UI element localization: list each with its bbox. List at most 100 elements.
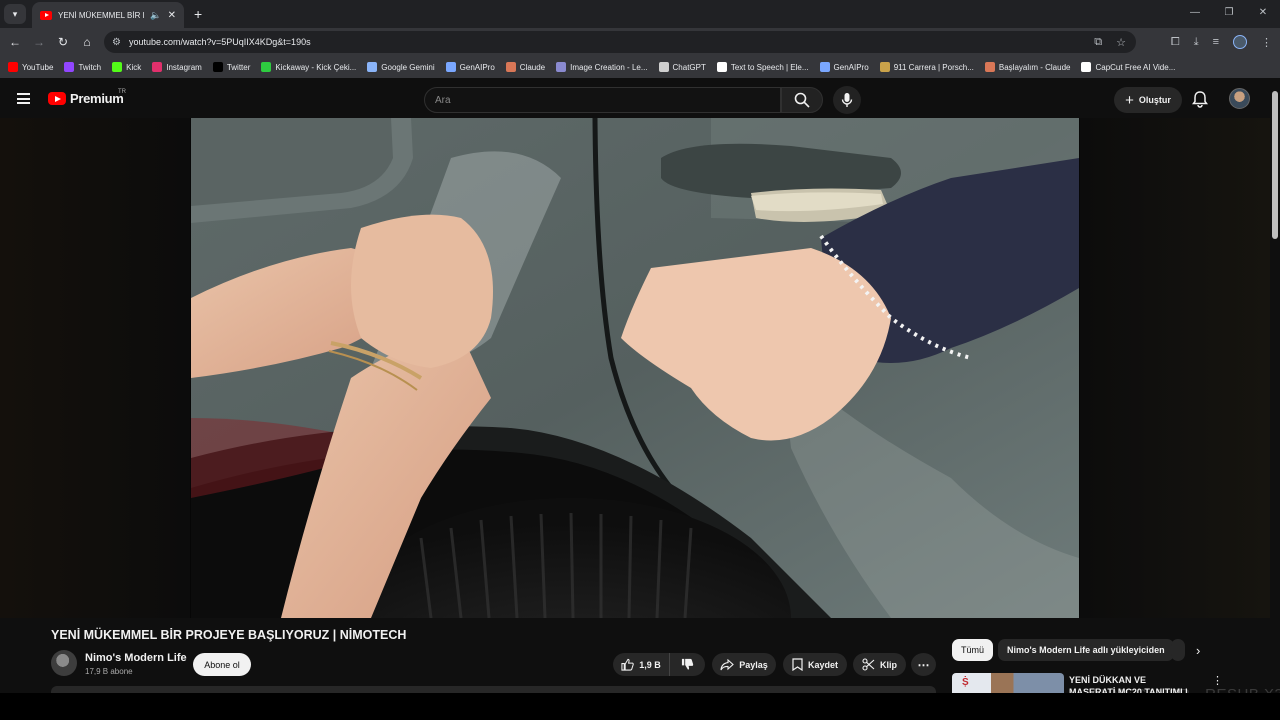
clip-button[interactable]: Klip bbox=[853, 653, 906, 676]
bookmark-label: YouTube bbox=[22, 62, 54, 72]
close-tab-icon[interactable]: ✕ bbox=[168, 10, 176, 21]
bookmark-label: Instagram bbox=[166, 62, 202, 72]
bookmark-favicon-icon bbox=[658, 62, 669, 72]
bookmark-favicon-icon bbox=[984, 62, 995, 72]
browser-tab-active[interactable]: YENİ MÜKEMMEL BİR PROJ... 🔈 ✕ bbox=[32, 2, 184, 28]
bookmark-favicon-icon bbox=[64, 62, 75, 72]
create-label: Oluştur bbox=[1138, 95, 1171, 105]
bookmark-item[interactable]: Başlayalım - Claude bbox=[984, 62, 1070, 72]
chip-from-uploader[interactable]: Nimo's Modern Life adlı yükleyiciden bbox=[998, 639, 1174, 661]
bookmark-favicon-icon bbox=[505, 62, 516, 72]
create-button[interactable]: + Oluştur bbox=[1114, 87, 1182, 113]
like-button[interactable]: 1,9 B bbox=[613, 653, 670, 676]
forward-button[interactable]: → bbox=[27, 35, 51, 49]
window-controls: — ❐ ✕ bbox=[1178, 0, 1280, 26]
video-player[interactable] bbox=[191, 118, 1079, 618]
address-bar[interactable]: ⚙ youtube.com/watch?v=5PUqIIX4KDg&t=190s… bbox=[104, 31, 1136, 53]
scissors-icon bbox=[862, 658, 875, 671]
tab-title: YENİ MÜKEMMEL BİR PROJ... bbox=[58, 10, 144, 20]
page-scrollbar[interactable] bbox=[1270, 81, 1280, 693]
channel-avatar[interactable] bbox=[51, 650, 77, 676]
tab-search-button[interactable]: ▾ bbox=[4, 4, 26, 24]
speaker-icon[interactable]: 🔈 bbox=[150, 10, 161, 21]
bookmark-item[interactable]: Claude bbox=[505, 62, 545, 72]
bookmark-favicon-icon bbox=[112, 62, 123, 72]
maserati-logo-icon: Ṩ bbox=[962, 677, 969, 688]
like-dislike-group: 1,9 B bbox=[613, 653, 705, 676]
bookmark-label: Kick bbox=[126, 62, 142, 72]
new-tab-button[interactable]: + bbox=[194, 6, 202, 22]
bookmark-star-icon[interactable]: ☆ bbox=[1116, 36, 1126, 49]
close-window-button[interactable]: ✕ bbox=[1246, 0, 1280, 26]
bookmark-favicon-icon bbox=[445, 62, 456, 72]
menu-icon[interactable] bbox=[17, 93, 30, 104]
bookmark-item[interactable]: Instagram bbox=[152, 62, 202, 72]
bookmark-label: Image Creation - Le... bbox=[570, 62, 648, 72]
bookmark-favicon-icon bbox=[212, 62, 223, 72]
chip-partial[interactable] bbox=[1171, 639, 1185, 661]
search-input[interactable]: Ara bbox=[424, 87, 781, 113]
bookmark-favicon-icon bbox=[819, 62, 830, 72]
bookmark-item[interactable]: 911 Carrera | Porsch... bbox=[879, 62, 974, 72]
profile-avatar[interactable] bbox=[1233, 35, 1247, 49]
bookmark-item[interactable]: Twitch bbox=[64, 62, 101, 72]
bookmark-icon bbox=[792, 658, 803, 671]
bookmark-item[interactable]: Image Creation - Le... bbox=[556, 62, 648, 72]
bookmark-item[interactable]: GenAIPro bbox=[445, 62, 495, 72]
youtube-logo[interactable]: Premium bbox=[48, 91, 124, 106]
home-button[interactable]: ⌂ bbox=[75, 35, 99, 49]
bookmark-item[interactable]: Twitter bbox=[212, 62, 251, 72]
reload-button[interactable]: ↻ bbox=[51, 35, 75, 49]
youtube-header: Premium TR Ara + Oluştur bbox=[0, 81, 1280, 119]
bookmark-item[interactable]: GenAIPro bbox=[819, 62, 869, 72]
description-box[interactable] bbox=[51, 686, 936, 693]
restore-button[interactable]: ❐ bbox=[1212, 0, 1246, 26]
reading-list-icon[interactable]: ≡ bbox=[1213, 36, 1219, 48]
search-button[interactable] bbox=[781, 87, 823, 113]
download-icon[interactable]: ⤓ bbox=[1194, 36, 1199, 49]
bookmark-label: ChatGPT bbox=[672, 62, 706, 72]
browser-tab-strip: ▾ YENİ MÜKEMMEL BİR PROJ... 🔈 ✕ + — ❐ ✕ bbox=[0, 0, 1280, 28]
search-icon bbox=[794, 92, 810, 108]
bookmark-item[interactable]: Kickaway - Kick Çeki... bbox=[261, 62, 356, 72]
bookmark-favicon-icon bbox=[367, 62, 378, 72]
chip-all[interactable]: Tümü bbox=[952, 639, 994, 661]
bookmark-item[interactable]: Kick bbox=[112, 62, 141, 72]
clip-label: Klip bbox=[880, 659, 897, 670]
bookmark-label: Text to Speech | Ele... bbox=[730, 62, 809, 72]
bookmark-label: Twitter bbox=[226, 62, 251, 72]
more-actions-button[interactable]: ⋯ bbox=[911, 653, 936, 676]
bookmark-item[interactable]: ChatGPT bbox=[658, 62, 706, 72]
plus-icon: + bbox=[1125, 91, 1134, 109]
bookmarks-bar: YouTube Twitch Kick Instagram Twitter Kickawa… bbox=[0, 56, 1280, 78]
bookmark-item[interactable]: YouTube bbox=[8, 62, 53, 72]
browser-menu-icon[interactable]: ⋮ bbox=[1261, 36, 1272, 49]
subscribe-button[interactable]: Abone ol bbox=[193, 653, 251, 676]
recommended-thumbnail[interactable]: Ṩ bbox=[952, 673, 1064, 693]
save-label: Kaydet bbox=[807, 659, 838, 670]
share-button[interactable]: Paylaş bbox=[712, 653, 776, 676]
logo-text: Premium bbox=[70, 91, 124, 106]
bookmark-favicon-icon bbox=[556, 62, 567, 72]
notifications-bell-icon[interactable] bbox=[1192, 90, 1208, 108]
voice-search-button[interactable] bbox=[833, 86, 861, 114]
save-button[interactable]: Kaydet bbox=[783, 653, 847, 676]
bookmark-label: 911 Carrera | Porsch... bbox=[893, 62, 974, 72]
dislike-button[interactable] bbox=[670, 658, 705, 671]
minimize-button[interactable]: — bbox=[1178, 0, 1212, 26]
extensions-icon[interactable]: ⧠ bbox=[1171, 36, 1180, 49]
thumbs-up-icon bbox=[621, 658, 634, 671]
chevron-right-icon[interactable]: › bbox=[1196, 643, 1200, 658]
bookmark-item[interactable]: Google Gemini bbox=[367, 62, 435, 72]
back-button[interactable]: ← bbox=[3, 35, 27, 49]
channel-name[interactable]: Nimo's Modern Life bbox=[85, 652, 187, 664]
like-count: 1,9 B bbox=[639, 659, 661, 670]
region-code: TR bbox=[118, 89, 126, 95]
bookmark-item[interactable]: Text to Speech | Ele... bbox=[716, 62, 809, 72]
site-info-icon[interactable]: ⚙ bbox=[112, 37, 121, 48]
scrollbar-thumb[interactable] bbox=[1272, 91, 1278, 239]
install-app-icon[interactable]: ⧉ bbox=[1094, 36, 1102, 49]
bookmark-item[interactable]: CapCut Free AI Vide... bbox=[1081, 62, 1175, 72]
user-avatar[interactable] bbox=[1229, 88, 1250, 109]
bookmark-label: CapCut Free AI Vide... bbox=[1095, 62, 1176, 72]
